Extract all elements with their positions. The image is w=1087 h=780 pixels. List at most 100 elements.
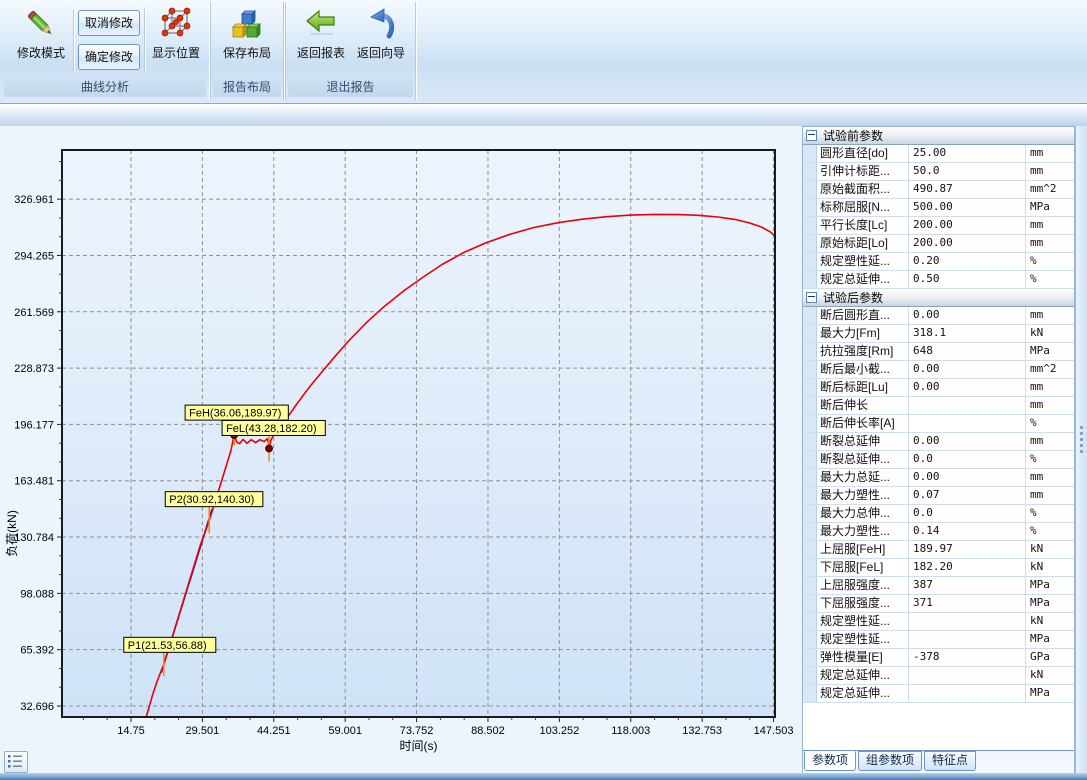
window-bottom-edge (0, 773, 1087, 780)
parameter-row[interactable]: 断后伸长mm (803, 397, 1074, 415)
collapse-icon[interactable] (806, 130, 817, 141)
parameter-row[interactable]: 最大力塑性...0.14% (803, 523, 1074, 541)
parameter-name: 抗拉强度[Rm] (817, 343, 909, 360)
panel-splitter[interactable] (1075, 126, 1087, 775)
parameter-name: 平行长度[Lc] (817, 217, 909, 234)
tab-feature-points[interactable]: 特征点 (924, 751, 976, 771)
annotation-FeH[interactable]: FeH(36.06,189.97) (185, 405, 288, 420)
section-header[interactable]: 试验后参数 (803, 289, 1074, 307)
row-gutter (803, 577, 817, 594)
parameter-row[interactable]: 上屈服[FeH]189.97kN (803, 541, 1074, 559)
parameter-unit: % (1026, 451, 1074, 468)
row-gutter (803, 199, 817, 216)
tab-parameters[interactable]: 参数项 (804, 751, 856, 771)
row-gutter (803, 343, 817, 360)
row-gutter (803, 595, 817, 612)
return-report-button[interactable]: 返回报表 (290, 3, 352, 75)
modify-mode-button[interactable]: 修改模式 (10, 3, 72, 75)
parameter-value (909, 415, 1026, 432)
y-tick-label: 228.873 (14, 363, 54, 375)
parameter-row[interactable]: 下屈服强度...371MPa (803, 595, 1074, 613)
cubes-icon (229, 6, 265, 42)
parameter-row[interactable]: 规定塑性延...MPa (803, 631, 1074, 649)
parameter-row[interactable]: 抗拉强度[Rm]648MPa (803, 343, 1074, 361)
parameter-row[interactable]: 原始标距[Lo]200.00mm (803, 235, 1074, 253)
x-tick-label: 59.001 (328, 725, 362, 737)
parameter-unit: mm (1026, 433, 1074, 450)
return-wizard-button[interactable]: 返回向导 (350, 3, 412, 75)
parameter-name: 上屈服[FeH] (817, 541, 909, 558)
parameter-row[interactable]: 最大力塑性...0.07mm (803, 487, 1074, 505)
parameter-name: 原始截面积... (817, 181, 909, 198)
parameter-unit: mm^2 (1026, 181, 1074, 198)
parameter-row[interactable]: 最大力总伸...0.0% (803, 505, 1074, 523)
plot-background (62, 150, 775, 717)
parameter-row[interactable]: 规定塑性延...kN (803, 613, 1074, 631)
parameter-value: 50.0 (909, 163, 1026, 180)
parameter-unit: % (1026, 523, 1074, 540)
parameter-row[interactable]: 圆形直径[do]25.00mm (803, 145, 1074, 163)
collapse-icon[interactable] (806, 292, 817, 303)
parameter-value (909, 397, 1026, 414)
parameter-row[interactable]: 断后最小截...0.00mm^2 (803, 361, 1074, 379)
row-gutter (803, 253, 817, 270)
x-tick-label: 73.752 (400, 725, 434, 737)
parameter-value (909, 613, 1026, 630)
parameter-name: 最大力塑性... (817, 487, 909, 504)
row-gutter (803, 325, 817, 342)
parameter-row[interactable]: 平行长度[Lc]200.00mm (803, 217, 1074, 235)
parameter-row[interactable]: 断裂总延伸0.00mm (803, 433, 1074, 451)
parameter-unit: mm (1026, 163, 1074, 180)
x-tick-label: 118.003 (611, 725, 650, 737)
parameter-row[interactable]: 规定总延伸...0.50% (803, 271, 1074, 289)
feature-point-FeL[interactable] (266, 445, 273, 452)
parameter-row[interactable]: 断后伸长率[A]% (803, 415, 1074, 433)
parameter-row[interactable]: 规定总延伸...MPa (803, 685, 1074, 703)
parameter-name: 断后伸长 (817, 397, 909, 414)
parameter-row[interactable]: 引伸计标距...50.0mm (803, 163, 1074, 181)
list-view-button[interactable] (4, 751, 28, 773)
parameter-row[interactable]: 弹性模量[E]-378GPa (803, 649, 1074, 667)
parameter-row[interactable]: 原始截面积...490.87mm^2 (803, 181, 1074, 199)
x-tick-label: 88.502 (471, 725, 505, 737)
parameter-row[interactable]: 规定总延伸...kN (803, 667, 1074, 685)
parameter-value: -378 (909, 649, 1026, 666)
row-gutter (803, 451, 817, 468)
tab-group-parameters[interactable]: 组参数项 (858, 751, 922, 771)
parameter-unit: mm^2 (1026, 361, 1074, 378)
load-time-chart[interactable]: P1(21.53,56.88) P2(30.92,140.30) FeH(36.06… (0, 118, 800, 780)
annotation-P1[interactable]: P1(21.53,56.88) (124, 637, 216, 652)
annotation-P2[interactable]: P2(30.92,140.30) (165, 492, 263, 507)
row-gutter (803, 469, 817, 486)
y-tick-label: 163.481 (14, 476, 54, 488)
annotation-FeL[interactable]: FeL(43.28,182.20) (222, 420, 325, 435)
confirm-modify-button[interactable]: 确定修改 (78, 44, 140, 70)
parameter-value: 0.20 (909, 253, 1026, 270)
parameter-table: 试验前参数圆形直径[do]25.00mm引伸计标距...50.0mm原始截面积.… (803, 127, 1074, 703)
save-layout-button[interactable]: 保存布局 (216, 3, 278, 75)
parameter-name: 上屈服强度... (817, 577, 909, 594)
return-report-label: 返回报表 (290, 46, 352, 60)
parameter-row[interactable]: 断裂总延伸...0.0% (803, 451, 1074, 469)
x-tick-label: 14.75 (117, 725, 145, 737)
parameter-row[interactable]: 断后标距[Lu]0.00mm (803, 379, 1074, 397)
parameter-value (909, 685, 1026, 702)
parameter-unit: mm (1026, 307, 1074, 324)
parameter-value: 387 (909, 577, 1026, 594)
parameter-row[interactable]: 上屈服强度...387MPa (803, 577, 1074, 595)
parameter-row[interactable]: 最大力[Fm]318.1kN (803, 325, 1074, 343)
parameter-row[interactable]: 最大力总延...0.00mm (803, 469, 1074, 487)
toolbar-group-report-layout: 保存布局 报告布局 (211, 2, 283, 100)
cancel-modify-button[interactable]: 取消修改 (78, 10, 140, 36)
parameter-row[interactable]: 下屈服[FeL]182.20kN (803, 559, 1074, 577)
parameter-row[interactable]: 规定塑性延...0.20% (803, 253, 1074, 271)
parameter-unit: mm (1026, 235, 1074, 252)
x-tick-label: 29.501 (186, 725, 220, 737)
row-gutter (803, 181, 817, 198)
parameter-name: 最大力总伸... (817, 505, 909, 522)
parameter-row[interactable]: 标称屈服[N...500.00MPa (803, 199, 1074, 217)
x-tick-label: 132.753 (682, 725, 722, 737)
section-header[interactable]: 试验前参数 (803, 127, 1074, 145)
parameter-row[interactable]: 断后圆形直...0.00mm (803, 307, 1074, 325)
show-position-button[interactable]: 显示位置 (145, 3, 207, 75)
